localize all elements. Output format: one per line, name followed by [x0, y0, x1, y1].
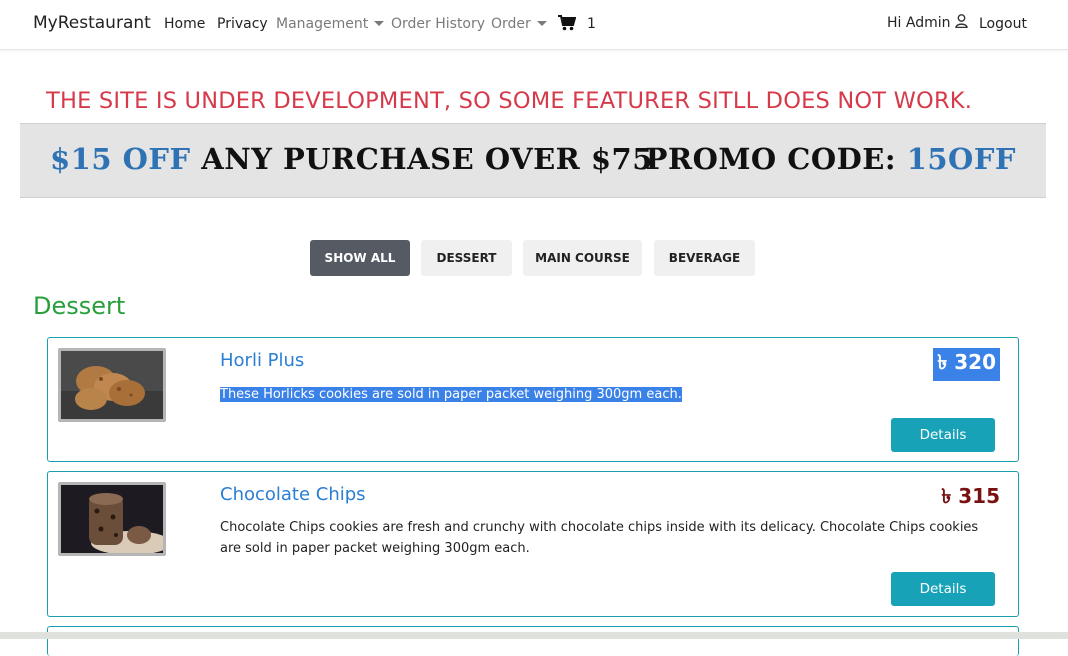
user-icon — [954, 14, 968, 28]
nav-management-dropdown[interactable]: Management — [276, 16, 385, 32]
item-description: Chocolate Chips cookies are fresh and cr… — [220, 520, 979, 556]
filter-dessert-button[interactable]: DESSERT — [421, 240, 512, 276]
cart-icon[interactable] — [558, 15, 576, 31]
filter-main-course-button[interactable]: MAIN COURSE — [523, 240, 642, 276]
dev-warning-banner: THE SITE IS UNDER DEVELOPMENT, SO SOME F… — [46, 88, 973, 114]
nav-management-label: Management — [276, 16, 369, 32]
promo-code-label: PROMO CODE: — [645, 142, 897, 176]
details-button[interactable]: Details — [891, 572, 995, 606]
promo-banner: $15 OFF ANY PURCHASE OVER $75 PROMO CODE… — [20, 123, 1046, 198]
nav-home[interactable]: Home — [164, 16, 205, 32]
chevron-down-icon — [374, 20, 385, 26]
cookie-image — [61, 485, 163, 553]
chevron-down-icon — [536, 20, 547, 26]
menu-item-card: Horli Plus ৳ 320 These Horlicks cookies … — [47, 337, 1019, 462]
item-image[interactable] — [58, 348, 166, 422]
item-description-text: These Horlicks cookies are sold in paper… — [220, 387, 682, 402]
promo-code: 15OFF — [906, 142, 1016, 176]
section-title: Dessert — [33, 292, 126, 320]
nav-privacy[interactable]: Privacy — [217, 16, 268, 32]
promo-text: ANY PURCHASE OVER $75 — [201, 142, 653, 176]
promo-offer: $15 OFF ANY PURCHASE OVER $75 — [50, 142, 653, 176]
item-price: ৳ 320 — [933, 348, 1000, 381]
item-name-link[interactable]: Chocolate Chips — [220, 484, 366, 505]
cookie-image — [61, 351, 163, 419]
details-button[interactable]: Details — [891, 418, 995, 452]
horizontal-scrollbar[interactable] — [0, 632, 1068, 639]
user-greeting-label: Hi Admin — [887, 15, 951, 31]
item-description: These Horlicks cookies are sold in paper… — [220, 384, 1000, 405]
brand-link[interactable]: MyRestaurant — [33, 13, 151, 33]
promo-code-block: PROMO CODE: 15OFF — [646, 142, 1016, 176]
filter-beverage-button[interactable]: BEVERAGE — [654, 240, 755, 276]
cart-count[interactable]: 1 — [587, 16, 596, 32]
navbar: MyRestaurant Home Privacy Management Ord… — [0, 0, 1068, 50]
item-price: ৳ 315 — [941, 484, 1000, 508]
logout-link[interactable]: Logout — [979, 16, 1027, 32]
item-image[interactable] — [58, 482, 166, 556]
promo-amount: $15 OFF — [50, 142, 191, 176]
item-name-link[interactable]: Horli Plus — [220, 350, 304, 371]
nav-order-dropdown[interactable]: Order — [491, 16, 547, 32]
menu-item-card — [47, 626, 1019, 656]
user-greeting[interactable]: Hi Admin — [887, 14, 968, 31]
filter-show-all-button[interactable]: SHOW ALL — [310, 240, 410, 276]
nav-order-label: Order — [491, 16, 531, 32]
nav-order-history[interactable]: Order History — [391, 16, 485, 32]
menu-item-card: Chocolate Chips ৳ 315 Chocolate Chips co… — [47, 471, 1019, 617]
